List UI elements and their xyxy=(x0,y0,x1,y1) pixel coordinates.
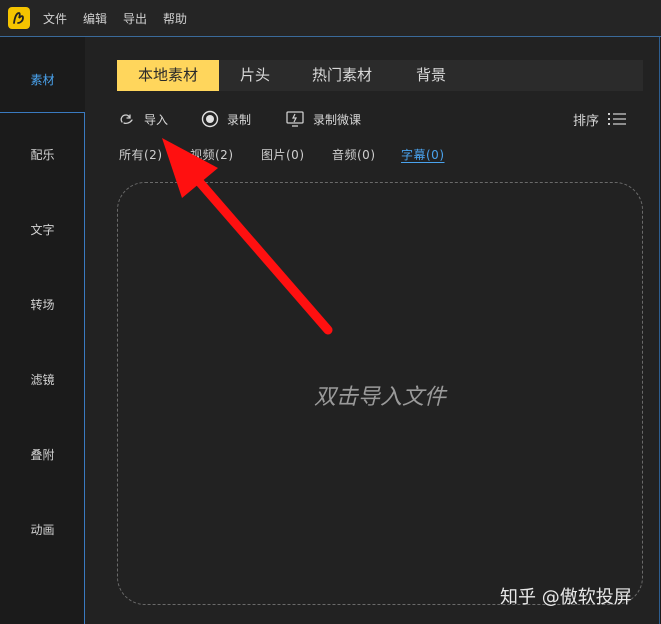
import-button[interactable]: 导入 xyxy=(118,109,168,129)
sidebar-item-label: 转场 xyxy=(30,298,55,312)
menu-export[interactable]: 导出 xyxy=(123,10,147,27)
sidebar-item-text[interactable]: 文字 xyxy=(0,192,85,267)
sidebar-item-material[interactable]: 素材 xyxy=(0,42,85,117)
sidebar-item-label: 文字 xyxy=(30,223,55,237)
record-button[interactable]: 录制 xyxy=(201,109,251,129)
filter-image[interactable]: 图片(0) xyxy=(261,146,305,163)
tab-background[interactable]: 背景 xyxy=(393,60,469,91)
tab-intro[interactable]: 片头 xyxy=(219,60,291,91)
sidebar-item-label: 叠附 xyxy=(30,448,55,462)
dropzone-hint: 双击导入文件 xyxy=(313,385,446,410)
sidebar-item-music[interactable]: 配乐 xyxy=(0,117,85,192)
main-panel: 本地素材 片头 热门素材 背景 导入 录制 录制微课 排序 所有(2) 视频(2… xyxy=(85,37,659,624)
window-border xyxy=(659,37,660,624)
tab-local-material[interactable]: 本地素材 xyxy=(117,60,219,91)
import-label: 导入 xyxy=(144,112,169,127)
app-logo-icon[interactable] xyxy=(8,7,30,29)
sort-label: 排序 xyxy=(573,113,600,129)
sidebar-item-filter[interactable]: 滤镜 xyxy=(0,342,85,417)
screen-record-icon xyxy=(286,111,304,127)
record-icon xyxy=(201,110,219,128)
sidebar: 素材 配乐 文字 转场 滤镜 叠附 动画 xyxy=(0,37,85,624)
sidebar-item-label: 配乐 xyxy=(30,148,55,162)
menu-edit[interactable]: 编辑 xyxy=(83,10,107,27)
watermark: 知乎 @傲软投屏 xyxy=(500,587,632,608)
filter-audio[interactable]: 音频(0) xyxy=(332,146,376,163)
sidebar-item-overlay[interactable]: 叠附 xyxy=(0,417,85,492)
filter-all[interactable]: 所有(2) xyxy=(119,146,163,163)
filter-video[interactable]: 视频(2) xyxy=(190,146,234,163)
import-dropzone[interactable]: 双击导入文件 xyxy=(117,182,643,605)
record-label: 录制 xyxy=(227,112,252,127)
menu-bar: 文件 编辑 导出 帮助 xyxy=(0,0,661,37)
record-course-label: 录制微课 xyxy=(313,112,362,127)
sidebar-item-label: 动画 xyxy=(30,523,55,537)
import-icon xyxy=(120,114,133,125)
menu-help[interactable]: 帮助 xyxy=(163,10,187,27)
sidebar-item-transition[interactable]: 转场 xyxy=(0,267,85,342)
menu-file[interactable]: 文件 xyxy=(43,10,67,27)
sidebar-divider xyxy=(0,112,85,113)
filter-subtitle[interactable]: 字幕(0) xyxy=(401,146,445,163)
tab-bar: 本地素材 片头 热门素材 背景 xyxy=(117,60,643,91)
sidebar-item-label: 素材 xyxy=(30,73,55,87)
tab-hot-material[interactable]: 热门素材 xyxy=(291,60,393,91)
list-sort-icon xyxy=(608,113,627,125)
sort-button[interactable]: 排序 xyxy=(573,109,627,129)
record-course-button[interactable]: 录制微课 xyxy=(285,109,361,129)
sidebar-item-label: 滤镜 xyxy=(30,373,55,387)
sidebar-item-animation[interactable]: 动画 xyxy=(0,492,85,567)
